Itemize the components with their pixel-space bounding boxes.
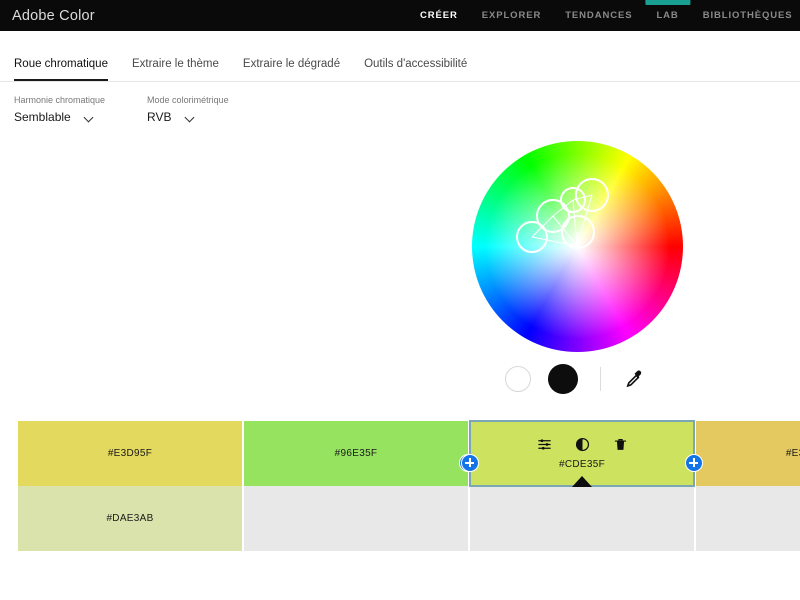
swatch-column-2: #96E35F — [244, 421, 477, 551]
nav-item-lab[interactable]: Nouveau LAB — [644, 0, 691, 31]
nav-item-bibliotheques[interactable]: BIBLIOTHÈQUES — [691, 0, 800, 31]
swatch-column-1: #E3D95F #DAE3AB — [18, 421, 242, 551]
contrast-circle-icon[interactable] — [575, 437, 590, 452]
nav-item-explorer[interactable]: EXPLORER — [470, 0, 553, 31]
nav-item-tendances-label: TENDANCES — [565, 10, 633, 21]
trash-icon[interactable] — [613, 437, 628, 452]
swatch-4-shade[interactable] — [696, 486, 800, 551]
swatch-1-shade-hex: #DAE3AB — [106, 513, 154, 524]
nav-item-bibliotheques-label: BIBLIOTHÈQUES — [702, 10, 793, 21]
tool-divider — [600, 367, 601, 391]
selected-swatch-caret — [572, 476, 592, 487]
nav-item-lab-label: LAB — [656, 10, 679, 21]
swatch-column-3: #CDE35F — [461, 420, 703, 551]
main-nav: CRÉER EXPLORER TENDANCES Nouveau LAB BIB… — [408, 0, 800, 31]
colormode-control-group: Mode colorimétrique RVB — [147, 95, 229, 124]
colormode-value: RVB — [147, 110, 172, 124]
nav-item-creer[interactable]: CRÉER — [408, 0, 470, 31]
swatch-3-hex: #CDE35F — [558, 459, 605, 470]
colormode-select[interactable]: RVB — [147, 110, 229, 124]
adobe-color-logo[interactable]: Adobe Color — [12, 8, 95, 24]
harmony-label: Harmonie chromatique — [14, 95, 106, 105]
tab-roue-chromatique-label: Roue chromatique — [14, 58, 108, 70]
nav-item-explorer-label: EXPLORER — [481, 10, 542, 21]
light-mode-circle-icon[interactable] — [505, 366, 531, 392]
swatch-1-hex: #E3D95F — [107, 448, 153, 459]
tab-extraire-le-degrade-label: Extraire le dégradé — [242, 58, 341, 70]
nouveau-badge: Nouveau — [644, 0, 691, 5]
colormode-label: Mode colorimétrique — [147, 95, 229, 105]
harmony-select[interactable]: Semblable — [14, 110, 105, 124]
harmony-controls: Harmonie chromatique Semblable Mode colo… — [14, 95, 229, 124]
tab-roue-chromatique[interactable]: Roue chromatique — [14, 58, 120, 81]
add-swatch-button[interactable] — [461, 454, 479, 472]
sliders-icon[interactable] — [537, 437, 552, 452]
tab-outils-accessibilite-label: Outils d'accessibilité — [364, 58, 468, 70]
nav-item-creer-label: CRÉER — [420, 10, 458, 21]
color-swatch-grid: #E3D95F #DAE3AB #96E35F #CDE35F #E — [18, 420, 800, 551]
top-navigation-bar: Adobe Color CRÉER EXPLORER TENDANCES Nou… — [0, 0, 800, 31]
eyedropper-icon[interactable] — [621, 367, 645, 391]
swatch-2-hex: #96E35F — [334, 448, 378, 459]
wheel-tool-row — [505, 364, 645, 394]
tab-extraire-le-degrade[interactable]: Extraire le dégradé — [231, 58, 352, 81]
chevron-down-icon — [186, 113, 195, 122]
tab-extraire-le-theme[interactable]: Extraire le thème — [120, 58, 231, 81]
swatch-4-hex: #E3C95F — [785, 448, 800, 459]
harmony-value: Semblable — [14, 110, 71, 124]
swatch-4[interactable]: #E3C95F — [696, 421, 800, 486]
swatch-1-shade[interactable]: #DAE3AB — [18, 486, 242, 551]
tab-extraire-le-theme-label: Extraire le thème — [131, 58, 219, 70]
harmony-control-group: Harmonie chromatique Semblable — [14, 95, 105, 124]
nav-item-tendances[interactable]: TENDANCES — [553, 0, 644, 31]
swatch-3-toolbar — [470, 437, 694, 452]
color-wheel[interactable] — [472, 141, 683, 352]
swatch-2-shade[interactable] — [244, 486, 468, 551]
swatch-3-shade[interactable] — [470, 486, 694, 551]
swatch-2[interactable]: #96E35F — [244, 421, 477, 486]
swatch-3-selected[interactable]: #CDE35F — [461, 420, 703, 487]
chevron-down-icon — [85, 113, 94, 122]
swatch-1[interactable]: #E3D95F — [18, 421, 242, 486]
add-swatch-button[interactable] — [685, 454, 703, 472]
dark-mode-circle-icon[interactable] — [548, 364, 578, 394]
tab-outils-accessibilite[interactable]: Outils d'accessibilité — [352, 58, 479, 81]
tab-strip: Roue chromatique Extraire le thème Extra… — [0, 31, 800, 82]
color-wheel-container[interactable] — [472, 141, 683, 352]
swatch-column-4: #E3C95F — [696, 421, 800, 551]
